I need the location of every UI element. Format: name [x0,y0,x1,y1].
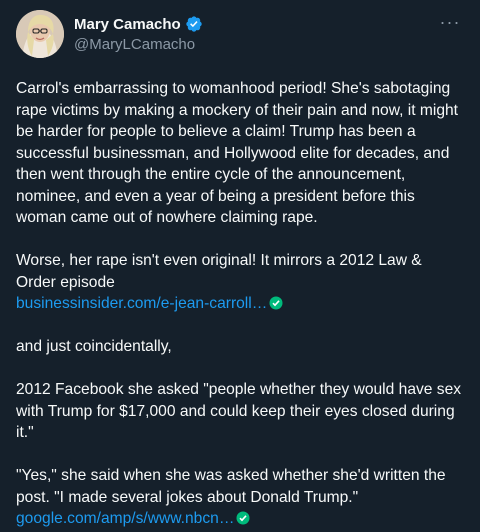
author-names: Mary Camacho @MaryLCamacho [74,14,203,53]
link-line-2: google.com/amp/s/www.nbcn… [16,508,464,530]
author-handle[interactable]: @MaryLCamacho [74,36,203,53]
display-name[interactable]: Mary Camacho [74,16,181,33]
nbc-news-link[interactable]: google.com/amp/s/www.nbcn… [16,510,234,527]
paragraph-2: Worse, her rape isn't even original! It … [16,252,427,291]
paragraph-5: "Yes," she said when she was asked wheth… [16,467,450,506]
tweet-card: Mary Camacho @MaryLCamacho ··· Carrol's … [0,0,480,527]
tweet-text: Carrol's embarrassing to womanhood perio… [16,78,464,530]
avatar-image [16,10,64,58]
link-line-1: businessinsider.com/e-jean-carroll… [16,293,464,315]
avatar[interactable] [16,10,64,58]
business-insider-link[interactable]: businessinsider.com/e-jean-carroll… [16,295,267,312]
link-verified-check-icon [236,510,250,525]
paragraph-1: Carrol's embarrassing to womanhood perio… [16,80,463,226]
link-verified-check-icon [269,295,283,310]
verified-badge-icon[interactable] [185,15,203,33]
tweet-header: Mary Camacho @MaryLCamacho ··· [16,10,464,62]
more-options-icon[interactable]: ··· [436,13,464,34]
paragraph-3: and just coincidentally, [16,338,172,355]
display-name-row: Mary Camacho [74,14,203,34]
paragraph-4: 2012 Facebook she asked "people whether … [16,381,466,441]
